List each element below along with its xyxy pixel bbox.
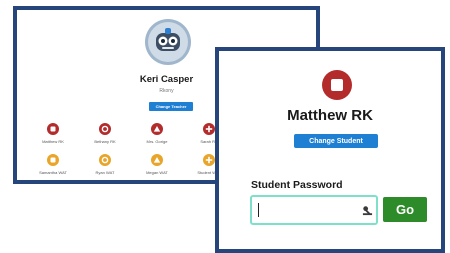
student-label: Megan WAT bbox=[146, 170, 168, 175]
robot-mascot-icon bbox=[145, 19, 191, 65]
student-label: Ryan WAT bbox=[95, 170, 115, 175]
change-student-button[interactable]: Change Student bbox=[294, 134, 378, 148]
plus-icon bbox=[203, 154, 215, 166]
student-label: Mrs. Gorige bbox=[146, 139, 168, 144]
student-item[interactable]: Samantha WAT bbox=[31, 154, 75, 175]
student-item[interactable]: Mrs. Gorige bbox=[135, 123, 179, 144]
student-item[interactable]: Megan WAT bbox=[135, 154, 179, 175]
student-avatar-square-icon bbox=[322, 70, 352, 100]
triangle-icon bbox=[151, 123, 163, 135]
student-item[interactable]: Matthew RK bbox=[31, 123, 75, 144]
circle-icon bbox=[99, 154, 111, 166]
student-item[interactable]: Bethany RK bbox=[83, 123, 127, 144]
student-label: Matthew RK bbox=[42, 139, 64, 144]
password-label: Student Password bbox=[251, 179, 343, 191]
square-icon bbox=[47, 154, 59, 166]
student-name: Matthew RK bbox=[287, 107, 373, 124]
change-teacher-button[interactable]: Change Teacher bbox=[149, 102, 193, 111]
student-label: Bethany RK bbox=[94, 139, 116, 144]
password-input[interactable] bbox=[250, 195, 378, 225]
triangle-icon bbox=[151, 154, 163, 166]
student-label: Samantha WAT bbox=[39, 170, 67, 175]
student-login-card: Matthew RK Change Student Student Passwo… bbox=[215, 47, 445, 253]
go-button[interactable]: Go bbox=[383, 197, 427, 222]
text-cursor bbox=[258, 203, 259, 217]
circle-icon bbox=[99, 123, 111, 135]
square-icon bbox=[47, 123, 59, 135]
plus-icon bbox=[203, 123, 215, 135]
password-manager-key-icon[interactable] bbox=[362, 205, 373, 216]
student-item[interactable]: Ryan WAT bbox=[83, 154, 127, 175]
